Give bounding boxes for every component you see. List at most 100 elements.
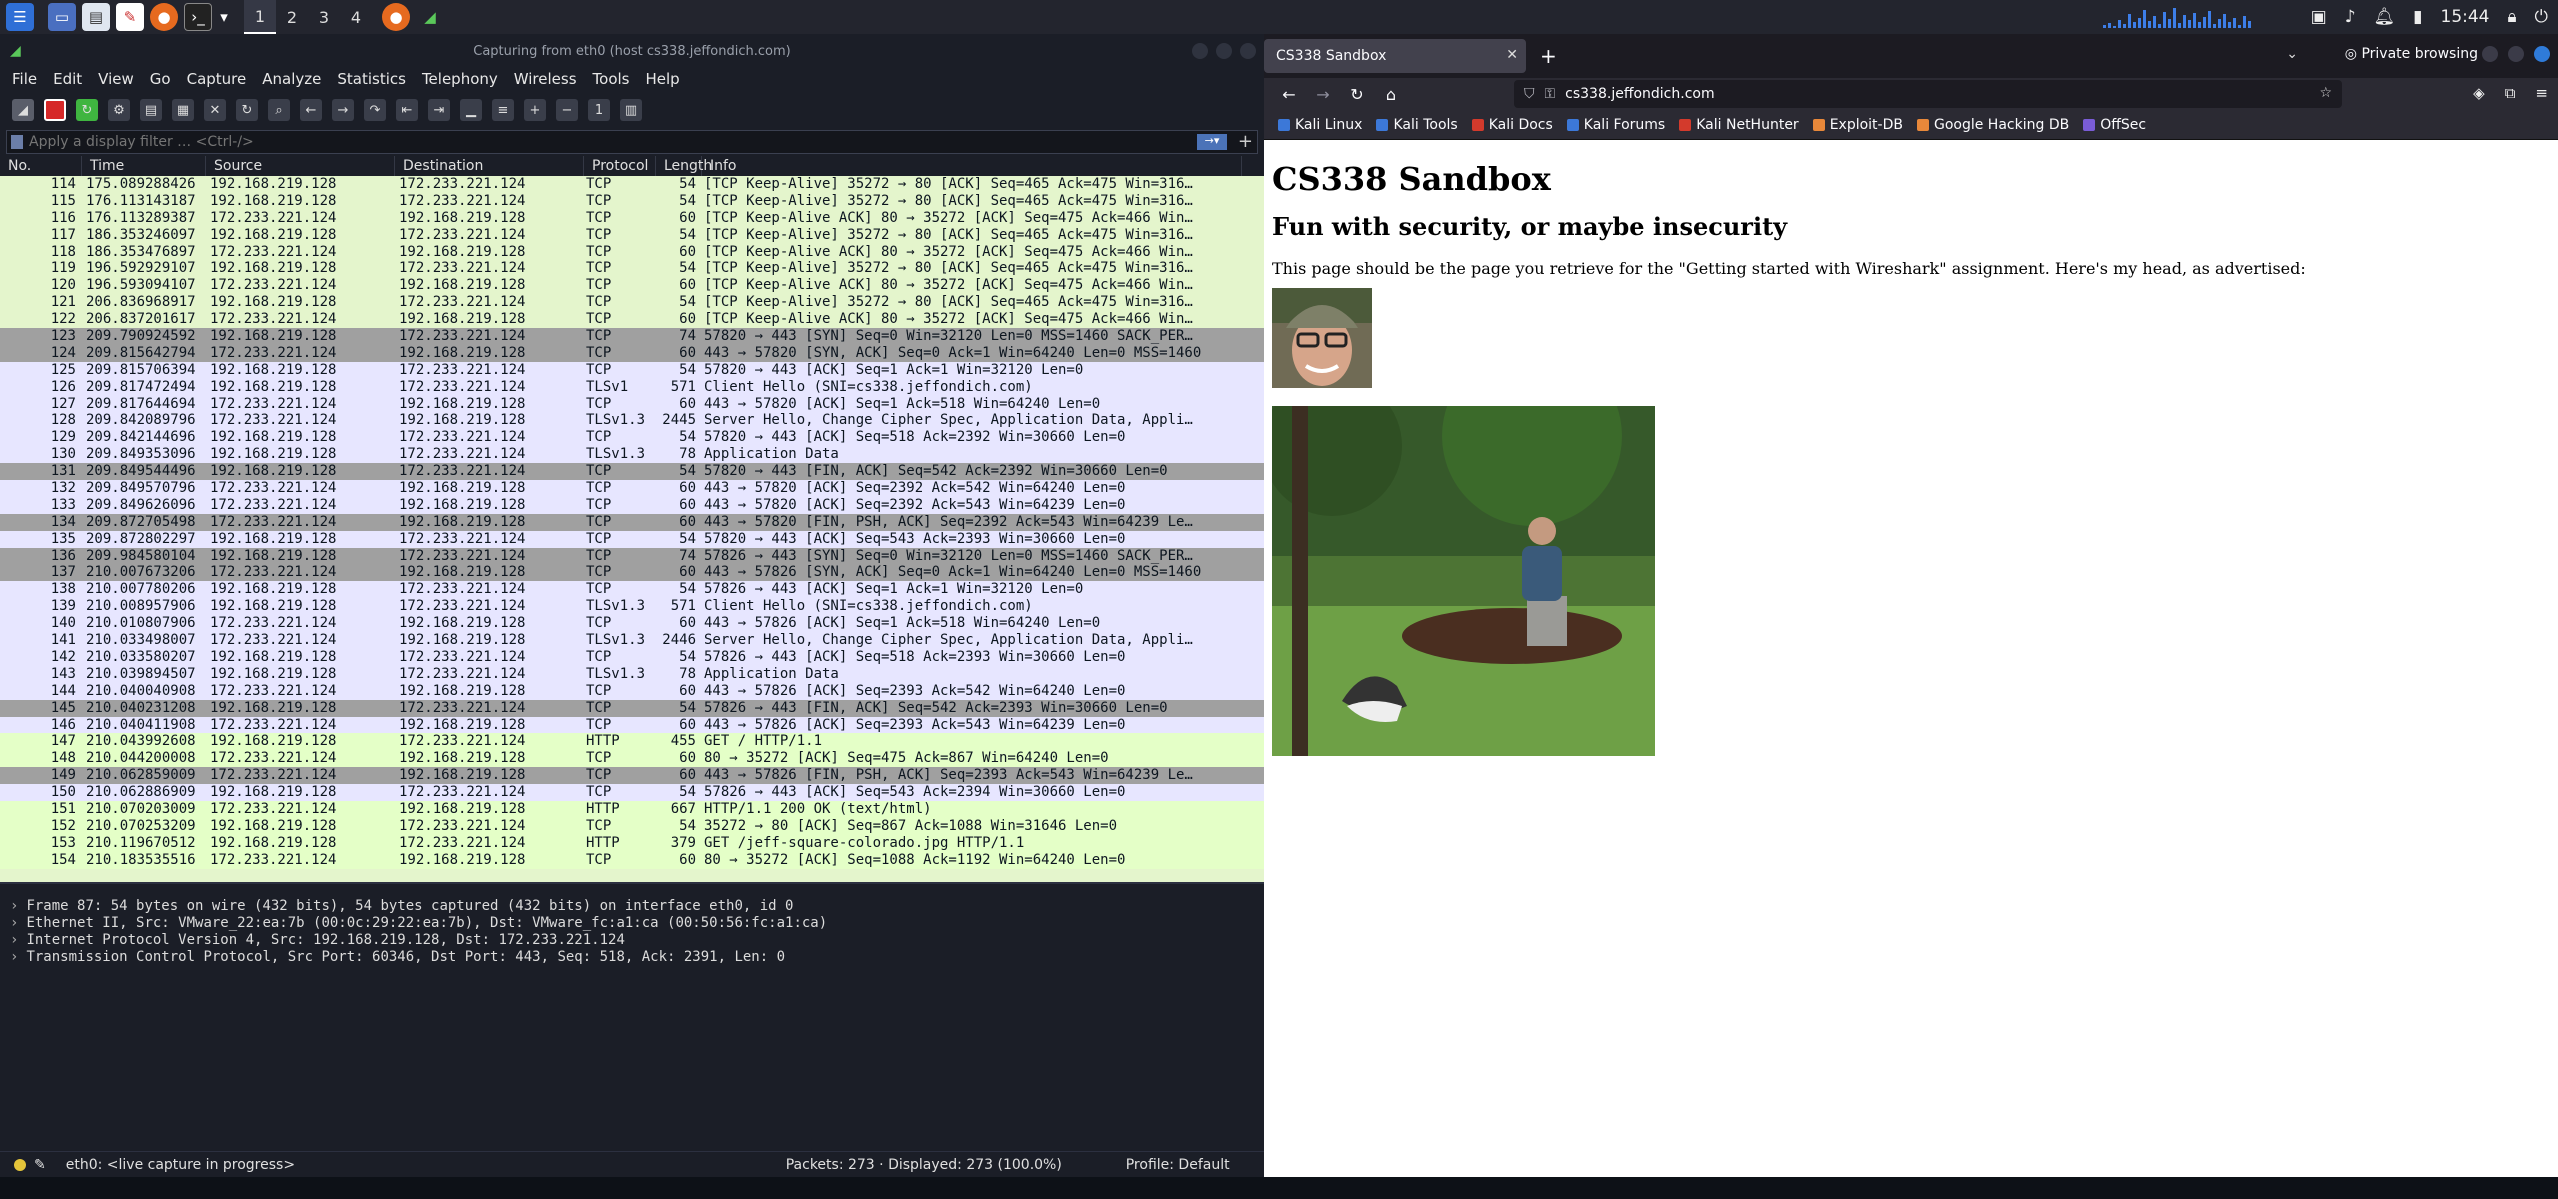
packet-row[interactable]: 124 209.815642794 172.233.221.124 192.168.2… <box>0 344 1264 362</box>
packet-row[interactable]: 141 210.033498007 172.233.221.124 192.168.2… <box>0 632 1264 649</box>
packet-row[interactable]: 115 176.113143187 192.168.219.128 172.233.2… <box>0 192 1264 210</box>
packet-row[interactable]: 130 209.849353096 192.168.219.128 172.233.2… <box>0 446 1264 464</box>
minimize-icon[interactable] <box>2482 46 2498 62</box>
display-icon[interactable]: ▣ <box>2311 7 2327 27</box>
wireshark-window-icon[interactable]: ◢ <box>416 3 444 31</box>
packet-row[interactable]: 134 209.872705498 172.233.221.124 192.168.2… <box>0 513 1264 531</box>
packet-row[interactable]: 126 209.817472494 192.168.219.128 172.233.2… <box>0 378 1264 396</box>
close-window-icon[interactable] <box>2534 46 2550 62</box>
detail-ipv4[interactable]: Internet Protocol Version 4, Src: 192.16… <box>0 932 1264 949</box>
display-filter-input[interactable] <box>29 134 1179 150</box>
bookmark-item[interactable]: Google Hacking DB <box>1916 117 2069 133</box>
packet-row[interactable]: 118 186.353476897 172.233.221.124 192.168.2… <box>0 243 1264 261</box>
text-editor-icon[interactable]: ✎ <box>116 3 144 31</box>
normal-size-icon[interactable]: 1 <box>588 99 610 121</box>
reload-icon[interactable]: ↻ <box>1340 85 1374 104</box>
pocket-icon[interactable]: ◈ <box>2473 84 2485 102</box>
packet-row[interactable]: 123 209.790924592 192.168.219.128 172.233.2… <box>0 328 1264 345</box>
back-icon[interactable]: ← <box>1272 85 1306 104</box>
bookmark-item[interactable]: Kali Linux <box>1278 117 1362 133</box>
packet-row[interactable]: 121 206.836968917 192.168.219.128 172.233.2… <box>0 294 1264 312</box>
url-bar[interactable]: ⛉ ⚿ cs338.jeffondich.com ☆ <box>1514 80 2342 108</box>
first-packet-icon[interactable]: ⇤ <box>396 99 418 121</box>
packet-row[interactable]: 114 175.089288426 192.168.219.128 172.233.2… <box>0 176 1264 193</box>
go-back-icon[interactable]: ← <box>300 99 322 121</box>
column-source[interactable]: Source <box>206 156 395 176</box>
packet-row[interactable]: 139 210.008957906 192.168.219.128 172.233.2… <box>0 598 1264 616</box>
packet-row[interactable]: 129 209.842144696 192.168.219.128 172.233.2… <box>0 429 1264 447</box>
packet-row[interactable]: 146 210.040411908 172.233.221.124 192.168.2… <box>0 716 1264 734</box>
minimize-icon[interactable] <box>1192 43 1208 59</box>
menu-edit[interactable]: Edit <box>53 70 82 88</box>
menu-telephony[interactable]: Telephony <box>422 70 498 88</box>
packet-row[interactable]: 152 210.070253209 192.168.219.128 172.233.2… <box>0 817 1264 835</box>
bookmark-item[interactable]: Kali NetHunter <box>1679 117 1799 133</box>
packet-row[interactable]: 120 196.593094107 172.233.221.124 192.168.2… <box>0 277 1264 295</box>
packet-row[interactable]: 142 210.033580207 192.168.219.128 172.233.2… <box>0 648 1264 666</box>
new-tab-icon[interactable]: + <box>1540 44 1557 68</box>
power-icon[interactable]: ⏻ <box>2535 7 2548 27</box>
menu-go[interactable]: Go <box>150 70 171 88</box>
bookmark-item[interactable]: Kali Docs <box>1471 117 1553 133</box>
menu-statistics[interactable]: Statistics <box>337 70 406 88</box>
workspace-1[interactable]: 1 <box>244 0 276 34</box>
reload-file-icon[interactable]: ↻ <box>236 99 258 121</box>
tracking-shield-icon[interactable]: ⛉ <box>1524 86 1535 102</box>
packet-row[interactable]: 125 209.815706394 192.168.219.128 172.233.2… <box>0 361 1264 379</box>
forward-icon[interactable]: → <box>1306 85 1340 104</box>
packet-row[interactable]: 135 209.872802297 192.168.219.128 172.233.2… <box>0 530 1264 548</box>
packet-row[interactable]: 127 209.817644694 172.233.221.124 192.168.2… <box>0 395 1264 413</box>
bookmark-star-icon[interactable]: ☆ <box>2319 85 2332 101</box>
packet-row[interactable]: 137 210.007673206 172.233.221.124 192.168.2… <box>0 564 1264 582</box>
packet-row[interactable]: 133 209.849626096 172.233.221.124 192.168.2… <box>0 496 1264 514</box>
workspace-2[interactable]: 2 <box>276 0 308 34</box>
workspace-4[interactable]: 4 <box>340 0 372 34</box>
packet-row[interactable]: 154 210.183535516 172.233.221.124 192.168.2… <box>0 851 1264 869</box>
capture-options-icon[interactable]: ⚙ <box>108 99 130 121</box>
packet-row[interactable]: 117 186.353246097 192.168.219.128 172.233.2… <box>0 226 1264 244</box>
workspace-3[interactable]: 3 <box>308 0 340 34</box>
detail-ethernet[interactable]: Ethernet II, Src: VMware_22:ea:7b (00:0c… <box>0 915 1264 932</box>
apply-filter-icon[interactable]: →▾ <box>1197 134 1227 150</box>
column-no[interactable]: No. <box>0 156 82 176</box>
open-file-icon[interactable]: ▤ <box>140 99 162 121</box>
bookmark-filter-icon[interactable] <box>11 135 23 149</box>
menu-hamburger-icon[interactable]: ≡ <box>2535 84 2548 102</box>
volume-icon[interactable]: ♪ <box>2345 7 2356 27</box>
maximize-icon[interactable] <box>2508 46 2524 62</box>
bookmark-item[interactable]: Kali Forums <box>1566 117 1665 133</box>
last-packet-icon[interactable]: ⇥ <box>428 99 450 121</box>
packet-row[interactable]: 145 210.040231208 192.168.219.128 172.233.2… <box>0 699 1264 717</box>
maximize-icon[interactable] <box>1216 43 1232 59</box>
column-protocol[interactable]: Protocol <box>584 156 656 176</box>
edit-comment-icon[interactable]: ✎ <box>34 1157 46 1173</box>
restart-capture-icon[interactable]: ↻ <box>76 99 98 121</box>
packet-row[interactable]: 144 210.040040908 172.233.221.124 192.168.2… <box>0 682 1264 700</box>
file-manager-icon[interactable]: ▤ <box>82 3 110 31</box>
home-icon[interactable]: ⌂ <box>1374 85 1408 104</box>
menu-help[interactable]: Help <box>645 70 679 88</box>
column-info[interactable]: Info <box>702 156 1242 176</box>
lock-icon[interactable]: 🔒︎ <box>2508 7 2517 27</box>
firefox-window-icon[interactable]: ● <box>382 3 410 31</box>
profile-label[interactable]: Profile: Default <box>1126 1157 1230 1173</box>
notification-bell-icon[interactable]: 🔔︎ <box>2374 7 2396 27</box>
packet-row[interactable]: 140 210.010807906 172.233.221.124 192.168.2… <box>0 615 1264 633</box>
close-file-icon[interactable]: ✕ <box>204 99 226 121</box>
find-packet-icon[interactable]: ⌕ <box>268 99 290 121</box>
chevron-down-icon[interactable]: ▾ <box>218 3 230 31</box>
tab-cs338-sandbox[interactable]: CS338 Sandbox ✕ <box>1264 39 1526 73</box>
packet-row[interactable]: 147 210.043992608 192.168.219.128 172.233.2… <box>0 733 1264 751</box>
packet-row[interactable]: 132 209.849570796 172.233.221.124 192.168.2… <box>0 480 1264 497</box>
extensions-icon[interactable]: ⧉ <box>2505 84 2516 102</box>
save-file-icon[interactable]: ▦ <box>172 99 194 121</box>
column-destination[interactable]: Destination <box>395 156 584 176</box>
packet-row[interactable]: 122 206.837201617 172.233.221.124 192.168.2… <box>0 311 1264 329</box>
detail-tcp[interactable]: Transmission Control Protocol, Src Port:… <box>0 949 1264 966</box>
menu-tools[interactable]: Tools <box>593 70 630 88</box>
packet-row[interactable]: 151 210.070203009 172.233.221.124 192.168.2… <box>0 800 1264 818</box>
terminal-icon[interactable]: ›_ <box>184 3 212 31</box>
zoom-in-icon[interactable]: + <box>524 99 546 121</box>
detail-frame[interactable]: Frame 87: 54 bytes on wire (432 bits), 5… <box>0 898 1264 915</box>
packet-row[interactable]: 150 210.062886909 192.168.219.128 172.233.2… <box>0 784 1264 801</box>
